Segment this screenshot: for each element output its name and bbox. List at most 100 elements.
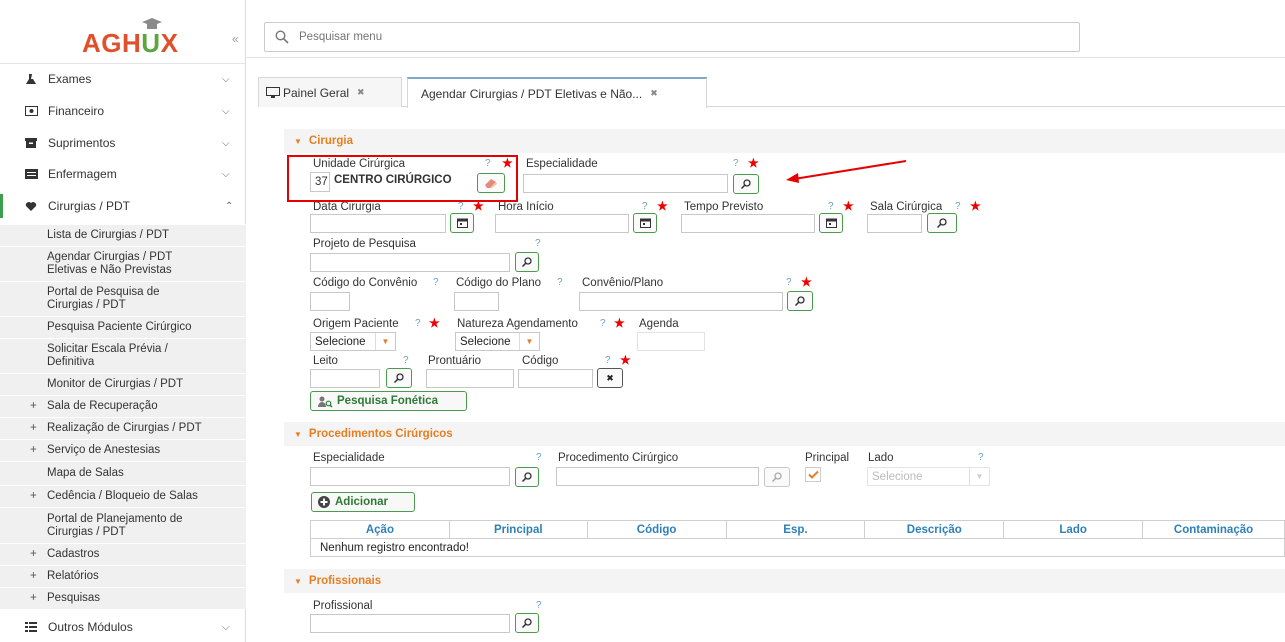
profissional-search-button[interactable]	[515, 613, 539, 633]
sidebar-subitem-cadastros[interactable]: + Cadastros	[0, 543, 246, 565]
sidebar-item-enfermagem[interactable]: Enfermagem ⌵	[0, 163, 246, 185]
sala-search-button[interactable]	[927, 213, 957, 233]
codigo-convenio-field[interactable]	[310, 292, 350, 311]
help-icon[interactable]: ?	[415, 318, 421, 329]
sidebar-subitem-pesquisas[interactable]: + Pesquisas	[0, 587, 246, 609]
sidebar-subitem-solicitar-escala[interactable]: Solicitar Escala Prévia / Definitiva	[0, 338, 246, 373]
plus-icon: +	[30, 548, 37, 560]
help-icon[interactable]: ?	[733, 158, 739, 169]
sidebar-subitem-relatorios[interactable]: + Relatórios	[0, 565, 246, 587]
origem-paciente-select[interactable]: Selecione ▼	[310, 332, 396, 351]
natureza-agendamento-select[interactable]: Selecione ▼	[455, 332, 540, 351]
sidebar-item-outros-modulos[interactable]: Outros Módulos ⌵	[0, 615, 246, 639]
box-icon	[24, 137, 38, 149]
calendar-button[interactable]	[450, 213, 474, 233]
adicionar-button[interactable]: Adicionar	[311, 492, 415, 512]
clear-button[interactable]: ✖	[597, 368, 623, 388]
sidebar-subitem-portal-planejamento[interactable]: Portal de Planejamento de Cirurgias / PD…	[0, 507, 246, 543]
close-icon[interactable]: ✖	[650, 88, 658, 99]
help-icon[interactable]: ?	[536, 452, 542, 463]
sidebar-item-cirurgias-pdt[interactable]: Cirurgias / PDT ⌃	[0, 194, 246, 218]
sidebar-subitem-sala-recuperacao[interactable]: + Sala de Recuperação	[0, 395, 246, 417]
search-icon	[521, 618, 532, 629]
column-header-codigo[interactable]: Código	[586, 520, 727, 539]
help-icon[interactable]: ?	[403, 355, 409, 366]
required-icon: ★	[620, 353, 631, 367]
codigo-convenio-label: Código do Convênio	[313, 277, 418, 289]
leito-search-button[interactable]	[386, 368, 412, 388]
help-icon[interactable]: ?	[786, 277, 792, 288]
principal-checkbox[interactable]	[805, 467, 821, 482]
sidebar-item-exames[interactable]: Exames ⌵	[0, 68, 246, 90]
prontuario-field[interactable]	[426, 369, 514, 388]
pesquisa-fonetica-button[interactable]: Pesquisa Fonética	[310, 391, 467, 411]
search-input[interactable]	[299, 28, 1059, 46]
convenio-plano-field[interactable]	[579, 292, 783, 311]
help-icon[interactable]: ?	[433, 277, 439, 288]
column-header-principal[interactable]: Principal	[448, 520, 588, 539]
section-procedimentos-header[interactable]: ▼ Procedimentos Cirúrgicos	[284, 422, 1285, 446]
help-icon[interactable]: ?	[642, 201, 648, 212]
sala-cirurgica-field[interactable]	[867, 214, 922, 233]
procedimento-search-button[interactable]	[764, 467, 790, 487]
agenda-field[interactable]	[637, 332, 705, 351]
proc-especialidade-field[interactable]	[310, 467, 510, 486]
tempo-previsto-field[interactable]	[681, 214, 815, 233]
procedimento-field[interactable]	[556, 467, 759, 486]
especialidade-search-button[interactable]	[733, 174, 759, 194]
plus-icon: +	[30, 444, 37, 456]
sidebar-subitem-lista[interactable]: Lista de Cirurgias / PDT	[0, 224, 246, 246]
data-cirurgia-field[interactable]	[310, 214, 446, 233]
column-header-esp[interactable]: Esp.	[725, 520, 866, 539]
proc-especialidade-search-button[interactable]	[515, 467, 539, 487]
plus-icon: +	[30, 422, 37, 434]
help-icon[interactable]: ?	[978, 452, 984, 463]
column-header-descricao[interactable]: Descrição	[864, 520, 1005, 539]
projeto-pesquisa-field[interactable]	[310, 253, 510, 272]
sidebar-subitem-agendar[interactable]: Agendar Cirurgias / PDT Eletivas e Não P…	[0, 246, 246, 281]
help-icon[interactable]: ?	[536, 600, 542, 611]
heart-icon	[24, 200, 38, 212]
sidebar-subitem-realizacao[interactable]: + Realização de Cirurgias / PDT	[0, 417, 246, 439]
sidebar-subitem-monitor[interactable]: Monitor de Cirurgias / PDT	[0, 373, 246, 395]
leito-field[interactable]	[310, 369, 380, 388]
sidebar-subitem-label: Relatórios	[47, 570, 99, 582]
sidebar-subitem-anestesias[interactable]: + Serviço de Anestesias	[0, 439, 246, 461]
sidebar-item-financeiro[interactable]: Financeiro ⌵	[0, 100, 246, 122]
natureza-agendamento-label: Natureza Agendamento	[457, 318, 578, 330]
profissional-field[interactable]	[310, 614, 510, 633]
sidebar-item-suprimentos[interactable]: Suprimentos ⌵	[0, 132, 246, 154]
help-icon[interactable]: ?	[535, 238, 541, 249]
search-box[interactable]	[264, 22, 1080, 52]
tempo-picker-button[interactable]	[819, 213, 843, 233]
help-icon[interactable]: ?	[557, 277, 563, 288]
lado-select[interactable]: Selecione ▼	[867, 467, 990, 486]
especialidade-field[interactable]	[523, 174, 728, 193]
column-header-contaminacao[interactable]: Contaminação	[1142, 520, 1285, 539]
column-header-lado[interactable]: Lado	[1003, 520, 1144, 539]
help-icon[interactable]: ?	[458, 201, 464, 212]
tab-painel-geral[interactable]: Painel Geral ✖	[258, 77, 402, 107]
sidebar-item-label: Exames	[48, 72, 92, 86]
tab-agendar-cirurgias[interactable]: Agendar Cirurgias / PDT Eletivas e Não..…	[407, 77, 707, 108]
sidebar-subitem-cedencia[interactable]: + Cedência / Bloqueio de Salas	[0, 485, 246, 507]
hora-inicio-field[interactable]	[495, 214, 629, 233]
sidebar-subitem-mapa-salas[interactable]: Mapa de Salas	[0, 461, 246, 485]
help-icon[interactable]: ?	[605, 355, 611, 366]
projeto-search-button[interactable]	[515, 252, 539, 272]
convenio-search-button[interactable]	[787, 291, 813, 311]
help-icon[interactable]: ?	[600, 318, 606, 329]
section-profissionais-header[interactable]: ▼ Profissionais	[284, 569, 1285, 593]
hora-picker-button[interactable]	[633, 213, 657, 233]
help-icon[interactable]: ?	[955, 201, 961, 212]
close-icon[interactable]: ✖	[357, 87, 365, 98]
codigo-field[interactable]	[518, 369, 593, 388]
sidebar-subitem-pesquisa-paciente[interactable]: Pesquisa Paciente Cirúrgico	[0, 316, 246, 338]
app-logo[interactable]: AGHUX	[82, 28, 178, 59]
help-icon[interactable]: ?	[828, 201, 834, 212]
codigo-plano-field[interactable]	[454, 292, 499, 311]
collapse-sidebar-button[interactable]: «	[232, 32, 239, 46]
column-header-acao[interactable]: Ação	[310, 520, 450, 539]
section-cirurgia-header[interactable]: ▼ Cirurgia	[284, 129, 1285, 153]
sidebar-subitem-portal-pesquisa[interactable]: Portal de Pesquisa de Cirurgias / PDT	[0, 281, 246, 316]
